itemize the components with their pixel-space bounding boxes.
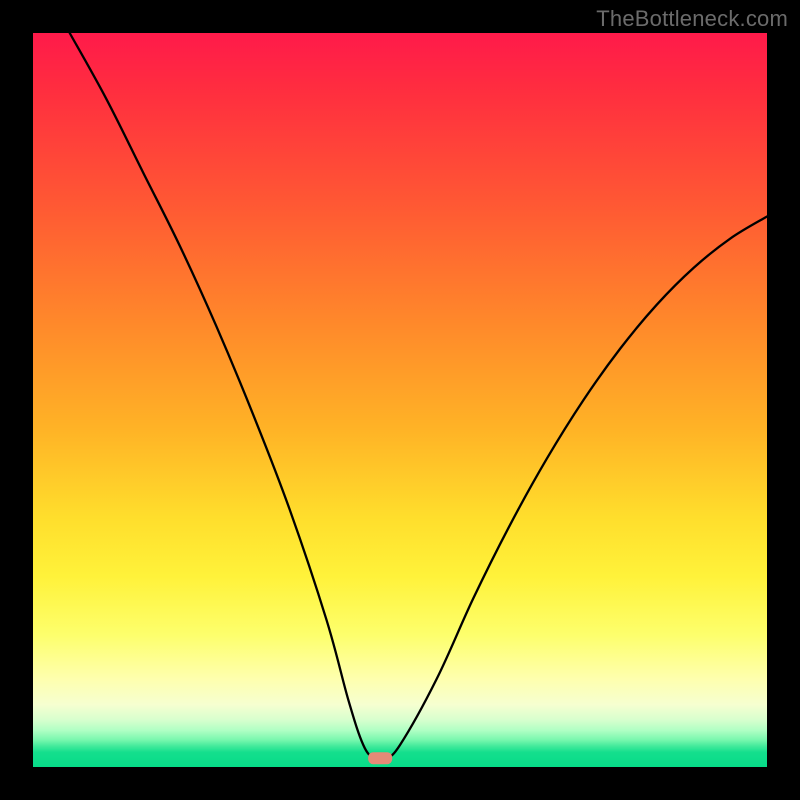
chart-frame: TheBottleneck.com (0, 0, 800, 800)
plot-area (33, 33, 767, 767)
bottleneck-curve (70, 33, 767, 760)
minimum-marker (368, 752, 392, 764)
curve-layer (33, 33, 767, 767)
watermark-text: TheBottleneck.com (596, 6, 788, 32)
